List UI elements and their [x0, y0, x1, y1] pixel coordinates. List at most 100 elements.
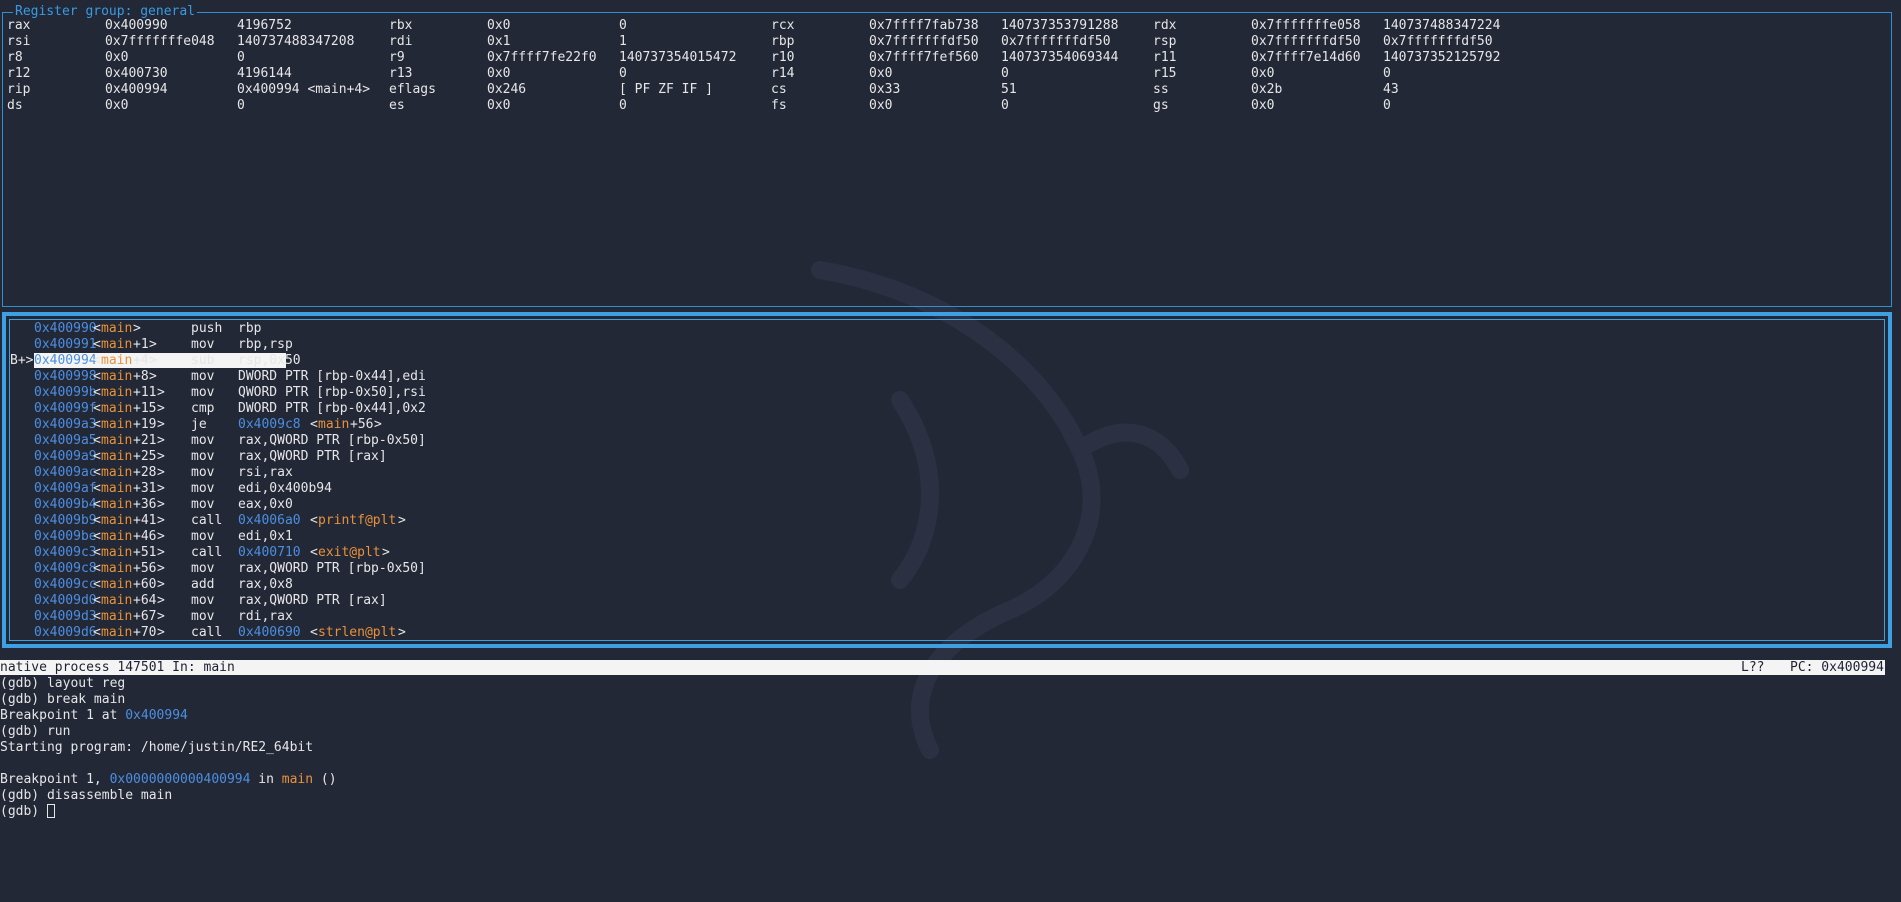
register-name: rdx	[1153, 18, 1177, 33]
asm-bracket: >	[157, 401, 165, 416]
asm-bracket: <	[93, 497, 101, 512]
register-name: r11	[1153, 50, 1177, 65]
register-name: fs	[771, 98, 787, 113]
register-name: rdi	[389, 34, 413, 49]
console-line: Starting program: /home/justin/RE2_64bit	[0, 740, 314, 755]
asm-line[interactable]: 0x4009c3 < main +51 > call 0x400710 < exit@plt >	[10, 545, 610, 561]
register-name: rbx	[389, 18, 413, 33]
console-address: 0x0000000000400994	[109, 772, 251, 787]
asm-line[interactable]: 0x4009d3 < main +67 > mov rdi,rax	[10, 609, 610, 625]
register-natural-value: 43	[1383, 82, 1399, 97]
console-text: Breakpoint 1,	[0, 772, 110, 787]
asm-bracket: <	[93, 417, 101, 432]
asm-bracket: <	[93, 513, 101, 528]
register-hex-value: 0x0	[869, 66, 893, 81]
asm-line[interactable]: 0x4009d6 < main +70 > call 0x400690 < strlen@plt…	[10, 625, 610, 641]
asm-line[interactable]: 0x4009d0 < main +64 > mov rax,QWORD PTR [rax]	[10, 593, 610, 609]
asm-address: 0x4009ac	[34, 465, 97, 480]
asm-symbol: main	[101, 561, 133, 576]
register-hex-value: 0x0	[487, 18, 511, 33]
asm-address: 0x400991	[34, 337, 97, 352]
asm-bracket: >	[157, 433, 165, 448]
asm-bracket: <	[93, 529, 101, 544]
register-name: rbp	[771, 34, 795, 49]
register-natural-value: 4196752	[237, 18, 292, 33]
asm-line[interactable]: 0x4009b4 < main +36 > mov eax,0x0	[10, 497, 610, 513]
asm-operands: edi,0x1	[238, 529, 293, 544]
asm-target-address: 0x4006a0	[238, 513, 301, 528]
asm-bracket: >	[149, 337, 157, 352]
status-process: native process 147501 In: main	[0, 660, 235, 675]
asm-opcode: call	[191, 545, 223, 560]
asm-bracket: <	[93, 545, 101, 560]
asm-opcode: mov	[191, 337, 215, 352]
register-natural-value: 0	[619, 66, 627, 81]
asm-line[interactable]: 0x4009c8 < main +56 > mov rax,QWORD PTR [rbp-0…	[10, 561, 610, 577]
asm-address: 0x4009d6	[34, 625, 97, 640]
register-hex-value: 0x7ffff7fab738	[869, 18, 979, 33]
asm-line[interactable]: 0x4009be < main +46 > mov edi,0x1	[10, 529, 610, 545]
asm-symbol: main	[101, 465, 133, 480]
disassembly-panel[interactable]: 0x400990 < main > push rbp 0x400991 < main +1 > mov…	[2, 312, 1892, 648]
register-natural-value: 0x400994 <main+4>	[237, 82, 371, 97]
console-function: main	[281, 772, 314, 787]
status-line: L??	[1741, 660, 1765, 675]
console-prompt-line[interactable]: (gdb)	[0, 804, 1890, 820]
asm-bracket: <	[93, 385, 101, 400]
register-name: rcx	[771, 18, 795, 33]
asm-line[interactable]: 0x40099f < main +15 > cmp DWORD PTR [rbp-0x44]…	[10, 401, 610, 417]
register-hex-value: 0x7ffff7fef560	[869, 50, 979, 65]
asm-operands: rsp,0x50	[238, 353, 301, 368]
asm-line[interactable]: 0x400998 < main +8 > mov DWORD PTR [rbp-0x44],…	[10, 369, 610, 385]
asm-bracket: >	[157, 577, 165, 592]
asm-line[interactable]: 0x40099b < main +11 > mov QWORD PTR [rbp-0x50]…	[10, 385, 610, 401]
asm-address: 0x40099f	[34, 401, 97, 416]
asm-line[interactable]: 0x4009af < main +31 > mov edi,0x400b94	[10, 481, 610, 497]
asm-operands: QWORD PTR [rbp-0x50],rsi	[238, 385, 426, 400]
asm-opcode: mov	[191, 385, 215, 400]
asm-line[interactable]: 0x4009cc < main +60 > add rax,0x8	[10, 577, 610, 593]
register-natural-value: 140737353791288	[1001, 18, 1119, 33]
register-natural-value: 0x7fffffffdf50	[1001, 34, 1111, 49]
asm-line[interactable]: 0x4009a3 < main +19 > je 0x4009c8 < main +56 >	[10, 417, 610, 433]
register-name: r12	[7, 66, 31, 81]
asm-address: 0x4009c3	[34, 545, 97, 560]
gdb-console[interactable]: (gdb) layout reg (gdb) break main Breakpoi…	[0, 676, 1890, 820]
asm-target-symbol: exit@plt	[318, 545, 381, 560]
asm-line[interactable]: 0x4009b9 < main +41 > call 0x4006a0 < printf@plt…	[10, 513, 610, 529]
asm-bracket: <	[93, 593, 101, 608]
asm-opcode: cmp	[191, 401, 215, 416]
asm-address: 0x400998	[34, 369, 97, 384]
asm-address: 0x400994	[34, 353, 97, 368]
register-name: rsi	[7, 34, 31, 49]
asm-bracket: >	[157, 449, 165, 464]
asm-bracket: <	[310, 625, 318, 640]
asm-bracket: >	[149, 353, 157, 368]
register-name: rsp	[1153, 34, 1177, 49]
asm-address: 0x4009cc	[34, 577, 97, 592]
register-hex-value: 0x7fffffffe058	[1251, 18, 1361, 33]
asm-line[interactable]: 0x4009ac < main +28 > mov rsi,rax	[10, 465, 610, 481]
asm-offset: +21	[133, 433, 157, 448]
status-bar: native process 147501 In: main L?? PC: 0…	[0, 660, 1885, 675]
asm-line[interactable]: 0x4009a5 < main +21 > mov rax,QWORD PTR [rbp-0…	[10, 433, 610, 449]
disassembly-listing[interactable]: 0x400990 < main > push rbp 0x400991 < main +1 > mov…	[9, 319, 1885, 641]
asm-line[interactable]: 0x4009a9 < main +25 > mov rax,QWORD PTR [rax]	[10, 449, 610, 465]
asm-bracket: <	[93, 481, 101, 496]
status-pc: PC: 0x400994	[1790, 660, 1884, 675]
register-hex-value: 0x7ffff7fe22f0	[487, 50, 597, 65]
terminal-cursor[interactable]	[46, 804, 55, 818]
asm-line[interactable]: B+> 0x400994 < main +4 > sub rsp,0x50	[10, 353, 610, 369]
console-text: in	[250, 772, 282, 787]
asm-line[interactable]: 0x400990 < main > push rbp	[10, 321, 610, 337]
asm-opcode: mov	[191, 465, 215, 480]
asm-offset: +1	[133, 337, 149, 352]
register-name: es	[389, 98, 405, 113]
asm-bracket: <	[93, 337, 101, 352]
asm-line[interactable]: 0x400991 < main +1 > mov rbp,rsp	[10, 337, 610, 353]
asm-address: 0x4009b9	[34, 513, 97, 528]
asm-symbol: main	[101, 449, 133, 464]
asm-target-symbol: main	[318, 417, 350, 432]
asm-offset: +64	[133, 593, 157, 608]
